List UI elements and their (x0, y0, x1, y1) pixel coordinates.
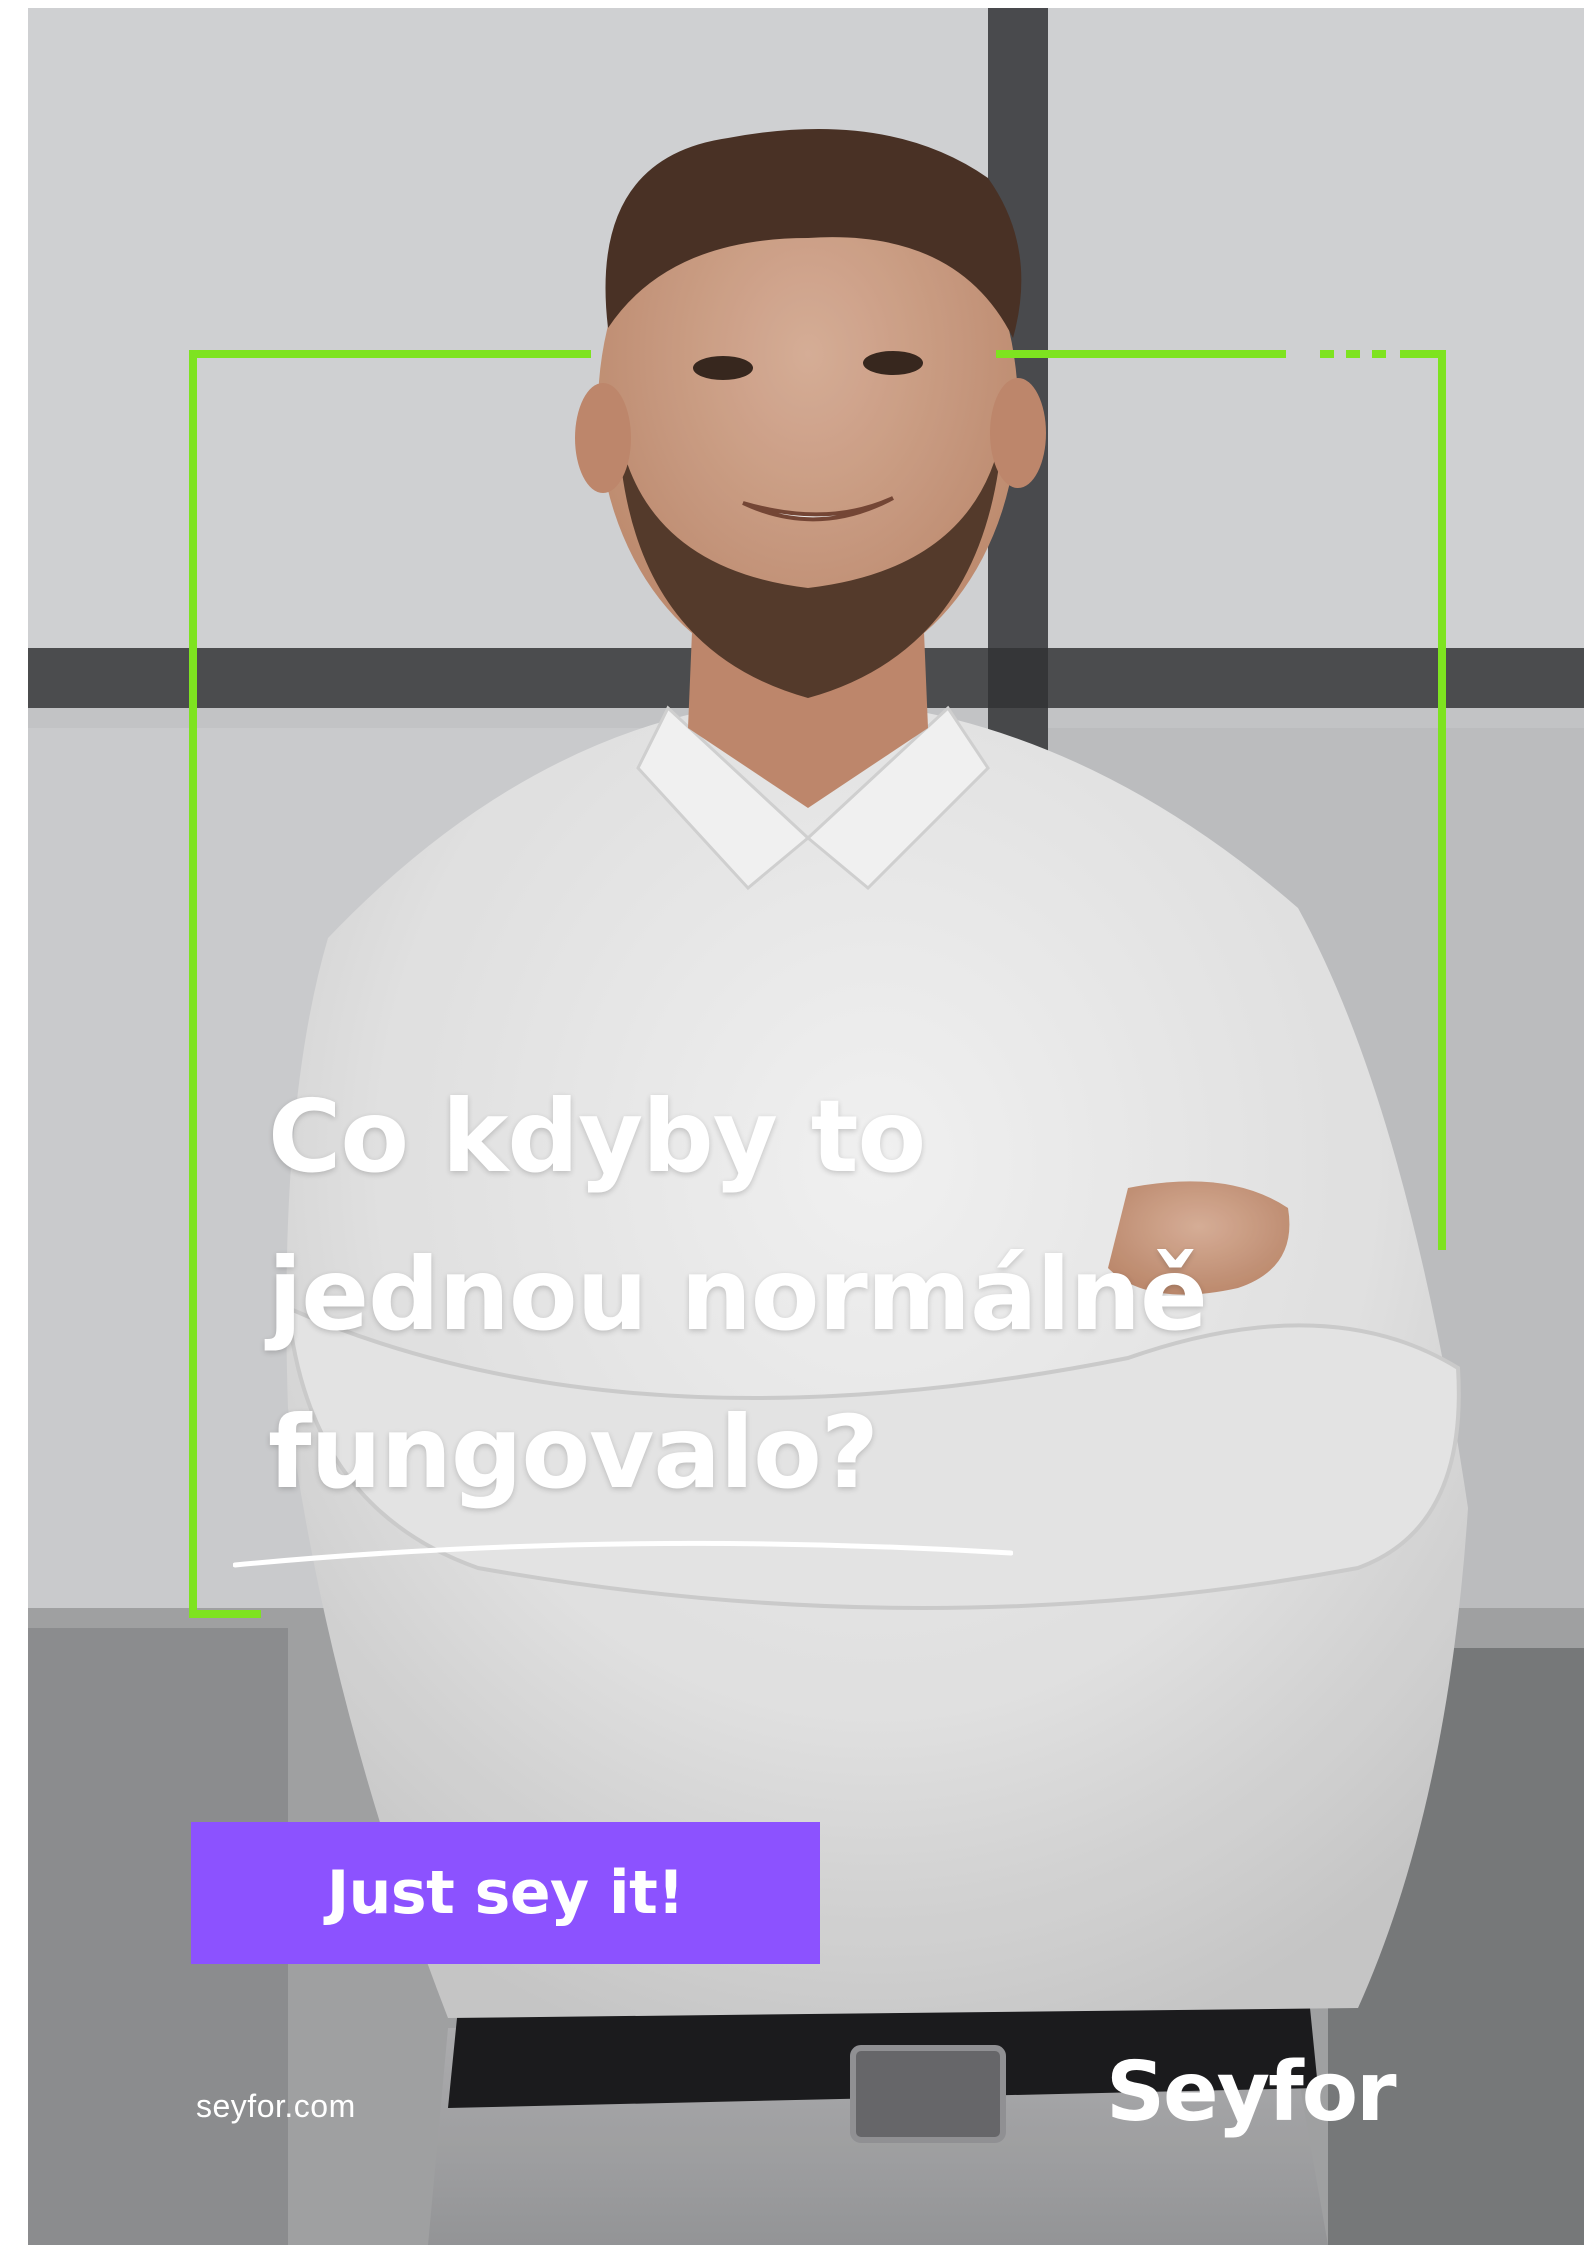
headline-line-1: Co kdyby to (268, 1078, 926, 1195)
frame-bottom (189, 1610, 261, 1618)
website-link[interactable]: seyfor.com (196, 2088, 356, 2125)
frame-left (189, 350, 197, 1618)
headline-line-2: jednou normálně (268, 1236, 1208, 1353)
frame-top-dash-2 (1346, 350, 1360, 358)
frame-right (1438, 350, 1446, 1250)
frame-top-right (996, 350, 1286, 358)
headline-line-3: fungovalo? (268, 1394, 879, 1511)
underline-swoosh-icon (233, 1540, 1013, 1568)
cta-button[interactable]: Just sey it! (191, 1822, 820, 1964)
seyfor-logo-icon: Seyfor (1106, 2045, 1399, 2140)
frame-top-left (189, 350, 591, 358)
frame-top-dash-1 (1320, 350, 1334, 358)
logo-text: Seyfor (1106, 2045, 1397, 2140)
headline: Co kdyby to jednou normálně fungovalo? (268, 1058, 1408, 1532)
poster: Co kdyby to jednou normálně fungovalo? J… (28, 8, 1584, 2245)
frame-top-dash-3 (1372, 350, 1386, 358)
